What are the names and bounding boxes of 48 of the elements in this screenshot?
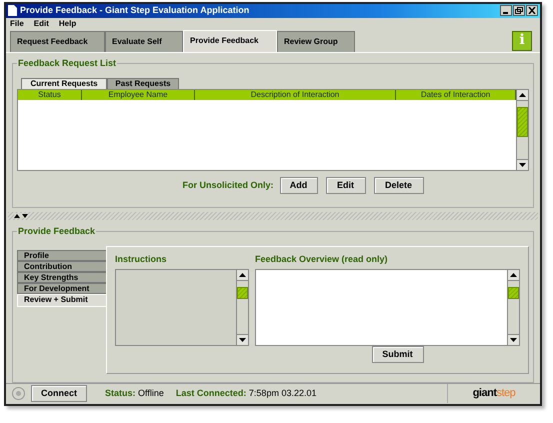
menu-item[interactable]: File xyxy=(10,18,24,30)
scrollbar[interactable] xyxy=(236,270,248,345)
action-button[interactable]: Edit xyxy=(326,176,366,194)
side-tab[interactable]: Contribution xyxy=(17,260,106,272)
last-connected-text: Last Connected: 7:58pm 03.22.01 xyxy=(176,386,316,400)
column-header[interactable]: Description of Interaction xyxy=(195,90,396,100)
up-arrow-icon[interactable] xyxy=(519,92,526,97)
tab[interactable]: Evaluate Self xyxy=(105,30,183,52)
column-header[interactable]: Status xyxy=(18,90,82,100)
up-arrow-icon[interactable] xyxy=(510,272,517,277)
connection-icon xyxy=(12,386,25,400)
status-text: Status: Offline xyxy=(105,386,164,400)
down-arrow-icon[interactable] xyxy=(510,338,517,342)
expand-collapse-icon[interactable] xyxy=(14,213,28,218)
document-icon xyxy=(8,5,17,16)
action-button[interactable]: Connect xyxy=(31,384,87,402)
menu-item[interactable]: Help xyxy=(58,18,76,30)
scrollbar[interactable] xyxy=(507,270,519,345)
action-button[interactable]: Submit xyxy=(372,346,424,363)
down-arrow-icon[interactable] xyxy=(239,338,246,342)
tab[interactable]: Provide Feedback xyxy=(183,30,277,52)
scroll-thumb[interactable] xyxy=(508,286,519,299)
side-tab[interactable]: Key Strengths xyxy=(17,272,106,283)
side-tab[interactable]: For Development xyxy=(17,282,106,294)
field-label: Instructions xyxy=(115,252,168,266)
tab[interactable]: Review Group xyxy=(277,30,355,52)
down-arrow-icon[interactable] xyxy=(519,162,526,167)
action-button[interactable]: Delete xyxy=(374,176,424,194)
tab[interactable]: Request Feedback xyxy=(10,30,105,52)
action-label: For Unsolicited Only: xyxy=(182,178,274,192)
logo: giantstep xyxy=(472,386,516,402)
side-tab[interactable]: Profile xyxy=(17,250,106,261)
side-tab[interactable]: Review + Submit xyxy=(17,294,106,307)
action-button[interactable]: Add xyxy=(280,176,318,194)
tab[interactable]: Current Requests xyxy=(21,78,107,89)
scrollbar[interactable] xyxy=(516,90,528,170)
field-label: Feedback Overview (read only) xyxy=(255,252,389,266)
up-arrow-icon[interactable] xyxy=(239,272,246,277)
restore-icon[interactable] xyxy=(513,5,525,16)
window-title: Provide Feedback - Giant Step Evaluation Application xyxy=(20,4,250,17)
tab[interactable]: Past Requests xyxy=(107,78,179,89)
scroll-thumb[interactable] xyxy=(517,106,528,137)
minimize-icon[interactable] xyxy=(500,5,512,16)
close-icon[interactable] xyxy=(526,5,538,16)
section-title: Feedback Request List xyxy=(17,56,118,70)
column-header[interactable]: Employee Name xyxy=(82,90,195,100)
menu-item[interactable]: Edit xyxy=(34,18,49,30)
scroll-thumb[interactable] xyxy=(237,286,248,299)
